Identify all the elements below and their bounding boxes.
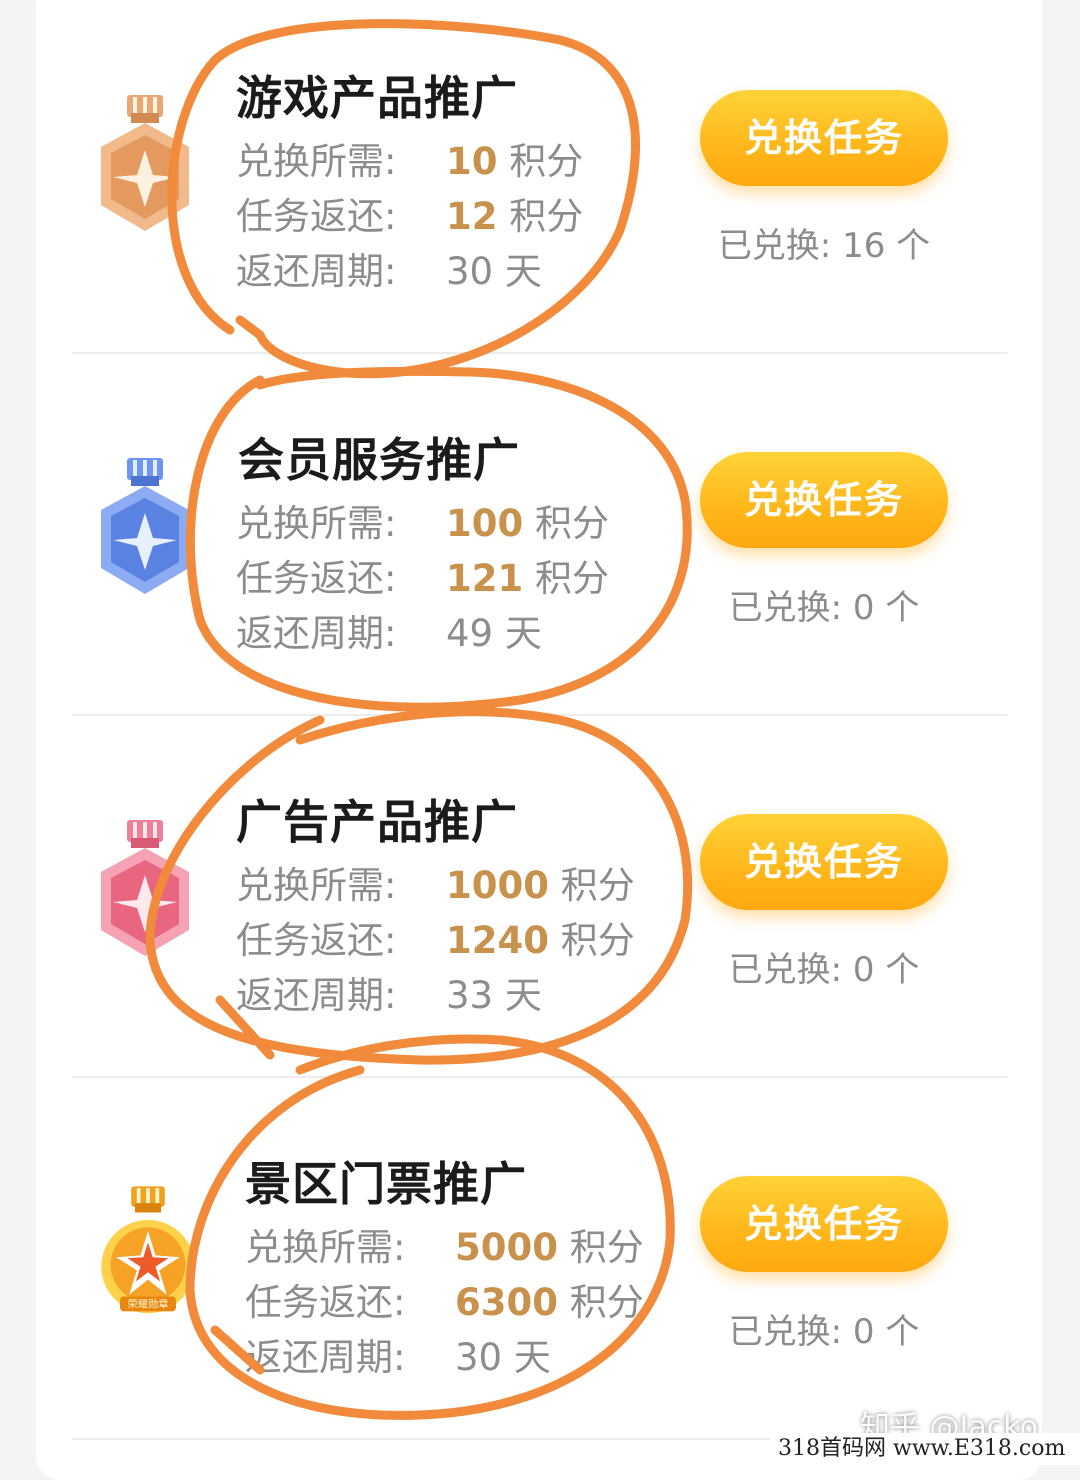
cost-line: 兑换所需: 1000 积分 (236, 863, 635, 909)
cost-value: 100 (446, 502, 524, 545)
period-line: 返还周期: 30 天 (245, 1335, 551, 1381)
period-label: 返还周期: (236, 612, 397, 655)
day-unit: 天 (504, 250, 542, 293)
return-line: 任务返还: 1240 积分 (236, 918, 635, 964)
points-unit: 积分 (569, 1281, 644, 1324)
redeemed-value: 0 (852, 588, 875, 628)
row-divider (72, 1076, 1007, 1078)
cost-label: 兑换所需: (245, 1226, 406, 1269)
return-line: 任务返还: 121 积分 (236, 556, 609, 602)
cost-value: 5000 (455, 1226, 558, 1269)
site-watermark: 318首码网 www.E318.com (770, 1433, 1080, 1465)
period-label: 返还周期: (236, 250, 397, 293)
medal-ribbon-text: 荣耀勋章 (127, 1298, 168, 1311)
return-value: 6300 (455, 1281, 558, 1324)
redeemed-count: 已兑换: 16 个 (700, 218, 948, 267)
period-value: 30 (446, 250, 494, 293)
cost-line: 兑换所需: 100 积分 (236, 501, 609, 547)
cost-line: 兑换所需: 10 积分 (236, 139, 583, 185)
count-unit: 个 (885, 588, 920, 628)
return-label: 任务返还: (236, 195, 397, 238)
task-title: 景区门票推广 (245, 1157, 527, 1211)
day-unit: 天 (504, 974, 542, 1017)
task-row-member-promo: 会员服务推广 兑换所需: 100 积分 任务返还: 121 积分 返还周期: 49 天… (0, 362, 1006, 724)
row-divider (72, 352, 1007, 354)
cost-value: 1000 (446, 864, 549, 907)
exchange-task-button[interactable]: 兑换任务 (700, 452, 948, 548)
task-title: 广告产品推广 (236, 795, 518, 849)
period-line: 返还周期: 33 天 (236, 973, 542, 1019)
redeemed-value: 0 (852, 1312, 875, 1352)
exchange-task-button[interactable]: 兑换任务 (700, 814, 948, 910)
day-unit: 天 (513, 1336, 551, 1379)
points-unit: 积分 (560, 919, 635, 962)
points-unit: 积分 (509, 140, 584, 183)
points-unit: 积分 (535, 557, 609, 600)
period-label: 返还周期: (245, 1336, 406, 1379)
points-unit: 积分 (569, 1226, 644, 1269)
pink-medal-icon (101, 820, 189, 956)
task-title: 会员服务推广 (238, 433, 520, 487)
redeemed-label: 已兑换: (728, 1312, 843, 1352)
cost-label: 兑换所需: (236, 864, 397, 907)
cost-label: 兑换所需: (236, 502, 397, 545)
period-line: 返还周期: 49 天 (236, 611, 542, 657)
task-row-scenic-promo: 荣耀勋章 景区门票推广 兑换所需: 5000 积分 任务返还: 6300 积分 返还… (0, 1086, 1006, 1448)
period-label: 返还周期: (236, 974, 397, 1017)
return-label: 任务返还: (245, 1281, 406, 1324)
return-line: 任务返还: 6300 积分 (245, 1280, 644, 1326)
points-unit: 积分 (535, 502, 609, 545)
row-divider (72, 714, 1007, 716)
period-value: 49 (446, 612, 494, 655)
task-row-ad-promo: 广告产品推广 兑换所需: 1000 积分 任务返还: 1240 积分 返还周期: 33… (0, 724, 1006, 1086)
redeemed-label: 已兑换: (728, 950, 843, 990)
count-unit: 个 (885, 1312, 920, 1352)
redeemed-label: 已兑换: (717, 226, 832, 266)
period-value: 33 (446, 974, 494, 1017)
return-line: 任务返还: 12 积分 (236, 194, 583, 240)
exchange-task-button[interactable]: 兑换任务 (700, 1176, 948, 1272)
redeemed-label: 已兑换: (728, 588, 843, 628)
gold-medal-icon: 荣耀勋章 (101, 1186, 195, 1314)
blue-medal-icon (101, 458, 189, 594)
points-unit: 积分 (509, 195, 584, 238)
period-line: 返还周期: 30 天 (236, 249, 542, 295)
redeemed-value: 0 (852, 950, 875, 990)
redeemed-value: 16 (842, 226, 886, 266)
cost-value: 10 (446, 140, 498, 183)
return-label: 任务返还: (236, 557, 397, 600)
cost-label: 兑换所需: (236, 140, 397, 183)
return-label: 任务返还: (236, 919, 397, 962)
exchange-task-button[interactable]: 兑换任务 (700, 90, 948, 186)
points-unit: 积分 (560, 864, 635, 907)
return-value: 12 (446, 195, 498, 238)
count-unit: 个 (896, 226, 931, 266)
bronze-medal-icon (101, 95, 189, 231)
return-value: 1240 (446, 919, 549, 962)
redeemed-count: 已兑换: 0 个 (700, 580, 948, 629)
redeemed-count: 已兑换: 0 个 (700, 942, 948, 991)
count-unit: 个 (885, 950, 920, 990)
day-unit: 天 (504, 612, 542, 655)
period-value: 30 (455, 1336, 503, 1379)
task-title: 游戏产品推广 (236, 71, 518, 125)
redeemed-count: 已兑换: 0 个 (700, 1304, 948, 1353)
task-row-game-promo: 游戏产品推广 兑换所需: 10 积分 任务返还: 12 积分 返还周期: 30 天 兑… (0, 0, 1006, 362)
return-value: 121 (446, 557, 524, 600)
cost-line: 兑换所需: 5000 积分 (245, 1225, 644, 1271)
